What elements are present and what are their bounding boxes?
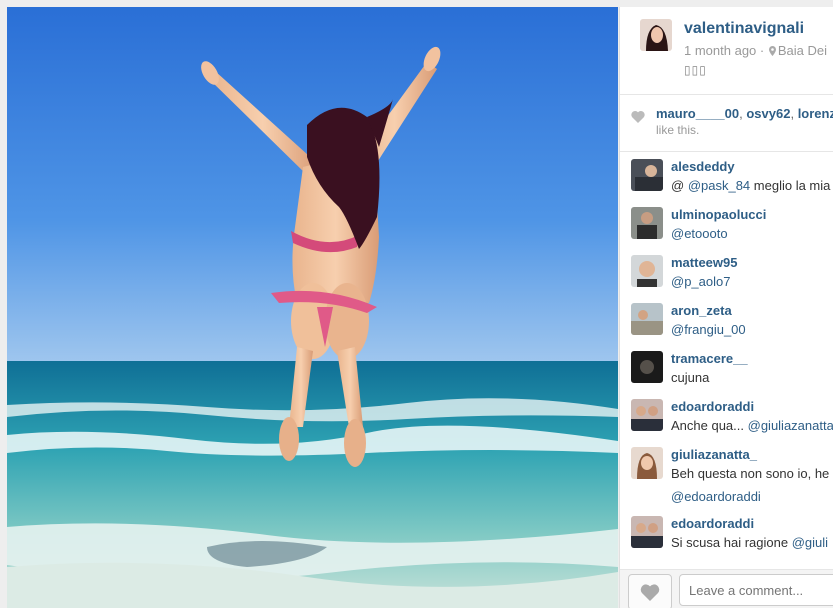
- mention-link[interactable]: @giuli: [792, 535, 828, 550]
- comment-item: alesdeddy @ @pask_84 meglio la mia: [620, 159, 833, 203]
- comment-text: @etoooto: [671, 226, 728, 241]
- avatar[interactable]: [631, 516, 663, 548]
- comment-item: edoardoraddi Si scusa hai ragione @giuli: [620, 516, 833, 560]
- comment-username[interactable]: edoardoraddi: [671, 516, 754, 531]
- avatar[interactable]: [631, 351, 663, 383]
- mention-link[interactable]: @p_aolo7: [671, 274, 730, 289]
- post-photo[interactable]: [7, 7, 618, 608]
- avatar[interactable]: [631, 207, 663, 239]
- comment-text: Beh questa non sono io, he: [671, 466, 830, 481]
- comment-text: @ @pask_84 meglio la mia: [671, 178, 831, 193]
- post-viewer: valentinavignali 1 month ago · Baia Dei …: [0, 0, 833, 608]
- likes-section: mauro____00, osvy62, lorenz like this.: [620, 95, 833, 152]
- comment-item: ulminopaolucci @etoooto: [620, 207, 833, 251]
- liker-link[interactable]: lorenz: [798, 106, 833, 121]
- comment-item: aron_zeta @frangiu_00: [620, 303, 833, 347]
- comment-username[interactable]: ulminopaolucci: [671, 207, 766, 222]
- avatar[interactable]: [631, 159, 663, 191]
- avatar[interactable]: [631, 255, 663, 287]
- mention-link[interactable]: @giuliazanatta: [748, 418, 833, 433]
- author-username[interactable]: valentinavignali: [684, 20, 804, 38]
- comment-footer: [620, 569, 833, 608]
- avatar[interactable]: [631, 447, 663, 479]
- comment-item: giuliazanatta_ Beh questa non sono io, h…: [620, 447, 833, 513]
- comment-text: Si scusa hai ragione @giuli: [671, 535, 829, 550]
- like-button[interactable]: [628, 574, 672, 608]
- post-time[interactable]: 1 month ago: [684, 43, 756, 58]
- heart-icon: [631, 111, 645, 123]
- comment-username[interactable]: edoardoraddi: [671, 399, 754, 414]
- comment-text: cujuna: [671, 370, 710, 385]
- liker-link[interactable]: osvy62: [746, 106, 790, 121]
- comment-input[interactable]: [679, 574, 833, 606]
- beach-photo: [7, 7, 618, 608]
- mention-link[interactable]: @edoardoraddi: [671, 489, 761, 504]
- comment-username[interactable]: alesdeddy: [671, 159, 735, 174]
- post-caption: ▯▯▯: [684, 63, 707, 77]
- comment-text: Anche qua... @giuliazanatta: [671, 418, 833, 433]
- likers-list: mauro____00, osvy62, lorenz: [656, 106, 833, 121]
- avatar[interactable]: [631, 399, 663, 431]
- comment-text: @frangiu_00: [671, 322, 746, 337]
- comment-username[interactable]: giuliazanatta_: [671, 447, 757, 462]
- post-sidebar: valentinavignali 1 month ago · Baia Dei …: [619, 7, 833, 608]
- post-location[interactable]: Baia Dei: [778, 43, 827, 58]
- mention-link[interactable]: @etoooto: [671, 226, 728, 241]
- post-meta: 1 month ago · Baia Dei: [684, 43, 827, 58]
- comment-text: @p_aolo7: [671, 274, 730, 289]
- comment-item: tramacere__ cujuna: [620, 351, 833, 395]
- avatar[interactable]: [640, 19, 672, 51]
- liker-link[interactable]: mauro____00: [656, 106, 739, 121]
- comment-item: matteew95 @p_aolo7: [620, 255, 833, 299]
- meta-separator: ·: [759, 43, 765, 58]
- post-header: valentinavignali 1 month ago · Baia Dei …: [620, 7, 833, 95]
- comment-username[interactable]: aron_zeta: [671, 303, 732, 318]
- avatar[interactable]: [631, 303, 663, 335]
- mention-link[interactable]: @frangiu_00: [671, 322, 746, 337]
- comment-item: edoardoraddi Anche qua... @giuliazanatta: [620, 399, 833, 443]
- heart-icon: [640, 584, 660, 601]
- comment-username[interactable]: tramacere__: [671, 351, 748, 366]
- comment-username[interactable]: matteew95: [671, 255, 737, 270]
- likes-suffix: like this.: [656, 123, 700, 137]
- map-pin-icon: [768, 46, 776, 56]
- mention-link[interactable]: @pask_84: [688, 178, 750, 193]
